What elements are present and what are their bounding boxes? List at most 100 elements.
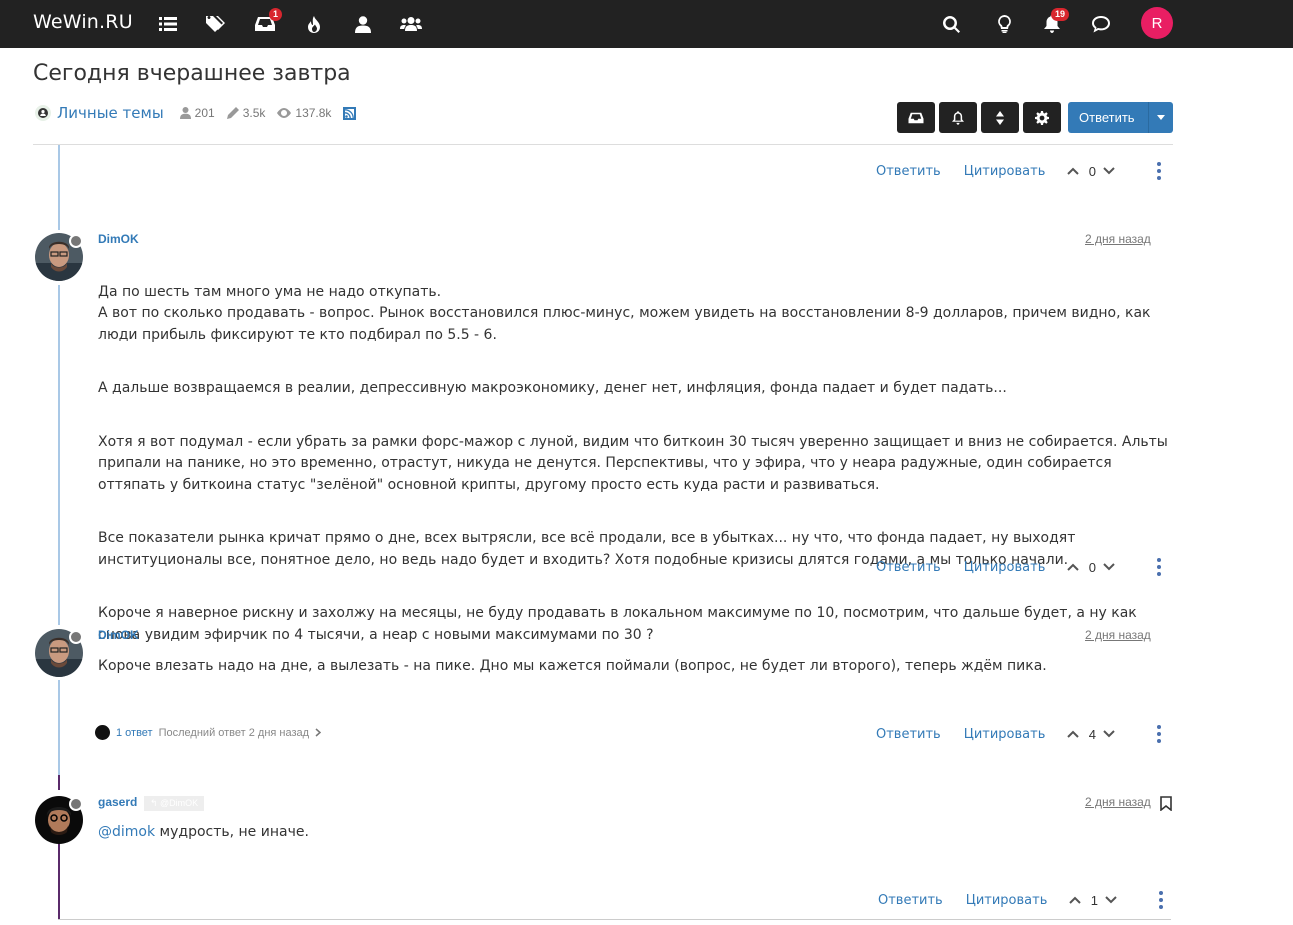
category-link[interactable]: Личные темы	[57, 104, 164, 122]
downvote-icon[interactable]	[1103, 563, 1116, 571]
post-paragraph: А дальше возвращаемся в реалии, депресси…	[98, 380, 1007, 396]
user-icon[interactable]	[352, 13, 374, 35]
bell-outline-icon	[952, 110, 964, 125]
views-eye-icon	[277, 108, 292, 118]
upvote-icon[interactable]	[1067, 167, 1080, 175]
status-dot	[69, 630, 83, 644]
posters-count: 201	[194, 106, 215, 120]
quote-link[interactable]: Цитировать	[964, 727, 1046, 742]
quote-link[interactable]: Цитировать	[964, 560, 1046, 575]
lightbulb-icon[interactable]	[993, 13, 1015, 35]
post-content: Да по шесть там много ума не надо откупа…	[98, 260, 1170, 678]
replies-summary[interactable]: 1 ответ Последний ответ 2 дня назад	[95, 725, 322, 740]
sort-icon	[996, 110, 1004, 125]
post-paragraph: @dimok мудрость, не иначе.	[98, 822, 1170, 844]
sort-button[interactable]	[981, 102, 1019, 133]
thread-line	[58, 145, 60, 230]
parent-post-tag[interactable]: ↰ @DimOK	[144, 796, 205, 811]
category-icon	[35, 105, 51, 121]
mark-unread-button[interactable]	[897, 102, 935, 133]
quote-link[interactable]: Цитировать	[966, 893, 1048, 908]
post-timestamp[interactable]: 2 дня назад	[1085, 628, 1151, 642]
header-divider	[33, 144, 1173, 145]
brand-logo[interactable]: WeWin.RU	[33, 11, 133, 33]
posters-stat: 201	[179, 106, 215, 120]
reply-link[interactable]: Ответить	[876, 560, 941, 575]
reply-link[interactable]: Ответить	[876, 164, 941, 179]
post-paragraph: Короче влезать надо на дне, а вылезать -…	[98, 658, 1047, 674]
user-mention[interactable]: @dimok	[98, 824, 155, 840]
status-dot	[69, 797, 83, 811]
thread-line	[58, 680, 60, 775]
post-text: мудрость, не иначе.	[155, 824, 309, 840]
rss-feed-icon[interactable]	[343, 106, 357, 120]
notifications-bell-icon[interactable]: 19	[1041, 8, 1069, 35]
reply-topic-button[interactable]: Ответить	[1068, 102, 1173, 133]
post-actions: Ответить Цитировать 0	[876, 558, 1162, 576]
post-author[interactable]: DimOK	[98, 628, 139, 642]
quote-link[interactable]: Цитировать	[964, 164, 1046, 179]
topic-tools-button[interactable]	[1023, 102, 1061, 133]
posters-user-icon	[179, 107, 191, 119]
vote-count: 0	[1088, 559, 1096, 575]
post-actions: Ответить Цитировать 4	[876, 725, 1162, 743]
views-stat: 137.8k	[277, 106, 331, 120]
replies-count: 1 ответ	[116, 726, 153, 739]
thread-line	[58, 285, 60, 625]
last-reply: Последний ответ 2 дня назад	[158, 726, 310, 739]
watch-topic-button[interactable]	[939, 102, 977, 133]
tags-icon[interactable]	[205, 13, 227, 35]
groups-icon[interactable]	[400, 13, 422, 35]
user-avatar[interactable]: R	[1141, 7, 1173, 39]
post-content: @dimok мудрость, не иначе.	[98, 822, 1170, 854]
parent-author: @DimOK	[160, 798, 199, 808]
chevron-right-icon	[315, 728, 322, 737]
post-menu-icon[interactable]	[1159, 891, 1164, 909]
unread-inbox-icon[interactable]: 1	[254, 8, 282, 35]
notifications-badge: 19	[1050, 8, 1069, 21]
gear-icon	[1035, 110, 1049, 125]
downvote-icon[interactable]	[1105, 896, 1118, 904]
topic-tools	[897, 102, 1061, 133]
post-paragraph: Да по шесть там много ума не надо откупа…	[98, 283, 1151, 343]
inbox-icon	[908, 112, 924, 123]
upvote-icon[interactable]	[1069, 896, 1082, 904]
popular-fire-icon[interactable]	[303, 13, 325, 35]
post-divider	[58, 919, 1171, 920]
reply-avatar	[95, 725, 110, 740]
reply-link[interactable]: Ответить	[876, 727, 941, 742]
status-dot	[69, 234, 83, 248]
post-actions: Ответить Цитировать 1	[878, 891, 1164, 909]
upvote-icon[interactable]	[1067, 730, 1080, 738]
post-menu-icon[interactable]	[1157, 162, 1162, 180]
bookmark-icon[interactable]	[1160, 796, 1172, 815]
reply-dropdown-caret-icon[interactable]	[1148, 102, 1173, 133]
reply-link[interactable]: Ответить	[878, 893, 943, 908]
post-paragraph: Короче я наверное рискну и захолжу на ме…	[98, 605, 1137, 643]
post-actions: Ответить Цитировать 0	[876, 162, 1162, 180]
post-timestamp[interactable]: 2 дня назад	[1085, 795, 1151, 809]
views-count: 137.8k	[295, 106, 332, 120]
post-timestamp[interactable]: 2 дня назад	[1085, 232, 1151, 246]
thread-line	[58, 843, 60, 920]
topic-meta: Личные темы 201 3.5k 137.8k	[35, 104, 357, 122]
post-menu-icon[interactable]	[1157, 725, 1162, 743]
top-navbar: WeWin.RU 1 19 R	[0, 0, 1293, 48]
posts-pencil-icon	[226, 107, 239, 119]
vote-count: 0	[1088, 163, 1096, 179]
reply-arrow-icon: ↰	[150, 798, 161, 808]
categories-list-icon[interactable]	[157, 13, 179, 35]
post-author[interactable]: gaserd	[98, 795, 137, 809]
thread-line	[58, 775, 60, 790]
upvote-icon[interactable]	[1067, 563, 1080, 571]
search-icon[interactable]	[940, 13, 962, 35]
reply-topic-label: Ответить	[1079, 110, 1135, 125]
unread-badge: 1	[268, 8, 282, 21]
post-menu-icon[interactable]	[1157, 558, 1162, 576]
downvote-icon[interactable]	[1103, 167, 1116, 175]
post-author[interactable]: DimOK	[98, 232, 139, 246]
chat-bubble-icon[interactable]	[1090, 13, 1112, 35]
post-content: Короче влезать надо на дне, а вылезать -…	[98, 656, 1170, 688]
posts-count: 3.5k	[242, 106, 266, 120]
downvote-icon[interactable]	[1103, 730, 1116, 738]
